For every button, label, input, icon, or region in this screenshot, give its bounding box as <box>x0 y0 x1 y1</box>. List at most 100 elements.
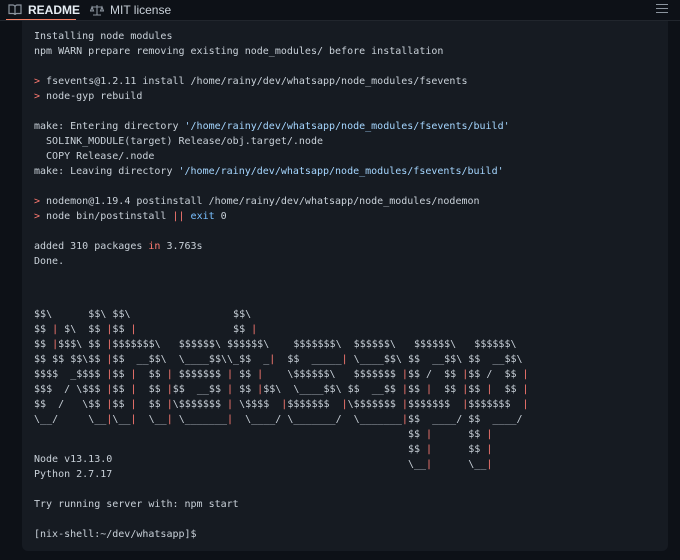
ascii-pipe: | <box>401 399 408 410</box>
terminal-line: > fsevents@1.2.11 install /home/rainy/de… <box>34 74 510 89</box>
terminal-code-block: Installing node modules npm WARN prepare … <box>22 21 668 551</box>
ascii-pipe: | <box>130 324 137 335</box>
ascii-pipe: | <box>486 384 493 395</box>
terminal-line: Done. <box>34 254 510 269</box>
ascii-row: $$ | $$ | <box>407 429 493 440</box>
ascii-pipe: | <box>166 414 173 425</box>
ascii-pipe: | <box>166 369 173 380</box>
terminal-line: make: Entering directory '/home/rainy/de… <box>34 119 510 134</box>
terminal-line: added 310 packages in 3.763s <box>34 239 510 254</box>
keyword: in <box>148 241 161 252</box>
terminal-line: SOLINK_MODULE(target) Release/obj.target… <box>34 134 510 149</box>
terminal-line: make: Leaving directory '/home/rainy/dev… <box>34 164 510 179</box>
number: 0 <box>220 211 227 222</box>
operator: || <box>172 211 185 222</box>
ascii-pipe: | <box>462 384 469 395</box>
ascii-pipe: | <box>166 399 173 410</box>
line-text: node-gyp rebuild <box>46 91 143 102</box>
ascii-pipe: | <box>426 444 433 455</box>
ascii-pipe: | <box>522 399 529 410</box>
ascii-art-banner: $$\ $$\ $$\ $$\ $$ | $\ $$ |$$ | $$ | $$ |… <box>34 307 529 472</box>
line-text: node bin/postinstall <box>46 211 173 222</box>
ascii-row: $$$ / \$$$ |$$ | $$ |$$ __$$ | $$ |$$\ \… <box>34 384 529 395</box>
line-text: make: Entering directory <box>34 121 185 132</box>
terminal-line: Python 2.7.17 <box>34 469 113 480</box>
ascii-pipe: | <box>426 384 433 395</box>
directory-path: '/home/rainy/dev/whatsapp/node_modules/f… <box>184 121 510 132</box>
directory-path: '/home/rainy/dev/whatsapp/node_modules/f… <box>178 166 504 177</box>
line-text: COPY Release/.node <box>34 151 155 162</box>
table-of-contents-icon[interactable] <box>656 4 668 15</box>
ascii-pipe: | <box>462 399 469 410</box>
ascii-pipe: | <box>486 444 493 455</box>
ascii-pipe: | <box>130 399 137 410</box>
ascii-pipe: | <box>227 384 234 395</box>
line-text: nodemon@1.19.4 postinstall /home/rainy/d… <box>46 196 480 207</box>
ascii-pipe: | <box>106 414 113 425</box>
ascii-pipe: | <box>130 414 137 425</box>
ascii-pipe: | <box>130 384 137 395</box>
line-text: Installing node modules <box>34 31 173 42</box>
ascii-pipe: | <box>257 384 264 395</box>
terminal-line: Try running server with: npm start <box>34 499 239 510</box>
scale-icon <box>90 5 104 16</box>
terminal-line: > node-gyp rebuild <box>34 89 510 104</box>
prompt-marker: > <box>34 211 47 222</box>
tab-license-label: MIT license <box>110 3 172 17</box>
line-text: Done. <box>34 256 65 267</box>
ascii-row: $$\ $$\ $$\ $$\ <box>34 309 252 320</box>
ascii-pipe: | <box>106 384 113 395</box>
terminal-line: npm WARN prepare removing existing node_… <box>34 44 510 59</box>
ascii-pipe: | <box>227 414 234 425</box>
ascii-pipe: | <box>227 369 234 380</box>
ascii-pipe: | <box>52 339 59 350</box>
ascii-pipe: | <box>106 399 113 410</box>
line-text: npm WARN prepare removing existing node_… <box>34 46 444 57</box>
ascii-row: $$ | $\ $$ |$$ | $$ | <box>34 324 258 335</box>
terminal-line: Installing node modules <box>34 29 510 44</box>
ascii-row: $$ |$$$\ $$ |$$$$$$$\ $$$$$$\ $$$$$$\ $$… <box>34 339 517 350</box>
ascii-pipe: | <box>486 429 493 440</box>
terminal-line: > nodemon@1.19.4 postinstall /home/rainy… <box>34 194 510 209</box>
ascii-pipe: | <box>106 324 113 335</box>
ascii-pipe: | <box>341 399 348 410</box>
ascii-pipe: | <box>341 354 348 365</box>
terminal-line: Node v13.13.0 <box>34 454 113 465</box>
ascii-pipe: | <box>281 399 288 410</box>
ascii-row: $$ / \$$ |$$ | $$ |\$$$$$$$ | \$$$$ |$$$… <box>34 399 529 410</box>
terminal-output: Installing node modules npm WARN prepare … <box>34 29 510 269</box>
ascii-pipe: | <box>227 399 234 410</box>
ascii-pipe: | <box>462 369 469 380</box>
ascii-pipe: | <box>522 384 529 395</box>
ascii-pipe: | <box>269 354 276 365</box>
ascii-pipe: | <box>106 369 113 380</box>
ascii-pipe: | <box>251 324 258 335</box>
ascii-row: \__/ \__|\__| \__| \_______| \____/ \___… <box>34 414 523 425</box>
ascii-row: $$$$ _$$$$ |$$ | $$ | $$$$$$$ | $$ | \$$… <box>34 369 529 380</box>
line-text: make: Leaving directory <box>34 166 179 177</box>
ascii-pipe: | <box>426 429 433 440</box>
terminal-line: [nix-shell:~/dev/whatsapp]$ <box>34 529 197 540</box>
number: 3.763s <box>160 241 203 252</box>
line-text: SOLINK_MODULE(target) Release/obj.target… <box>34 136 323 147</box>
ascii-pipe: | <box>52 324 59 335</box>
ascii-row: $$ $$ $$\$$ |$$ __$$\ \____$$\\_$$ _| $$… <box>34 354 523 365</box>
ascii-pipe: | <box>130 369 137 380</box>
ascii-pipe: | <box>401 414 408 425</box>
ascii-pipe: | <box>106 339 113 350</box>
prompt-marker: > <box>34 91 47 102</box>
ascii-pipe: | <box>401 384 408 395</box>
tab-license[interactable]: MIT license <box>90 2 171 18</box>
ascii-pipe: | <box>401 369 408 380</box>
ascii-pipe: | <box>426 459 433 470</box>
ascii-pipe: | <box>106 354 113 365</box>
ascii-pipe: | <box>522 369 529 380</box>
book-icon <box>8 4 22 16</box>
readme-tab-bar: README MIT license <box>0 0 680 21</box>
tab-readme[interactable]: README <box>8 2 80 18</box>
